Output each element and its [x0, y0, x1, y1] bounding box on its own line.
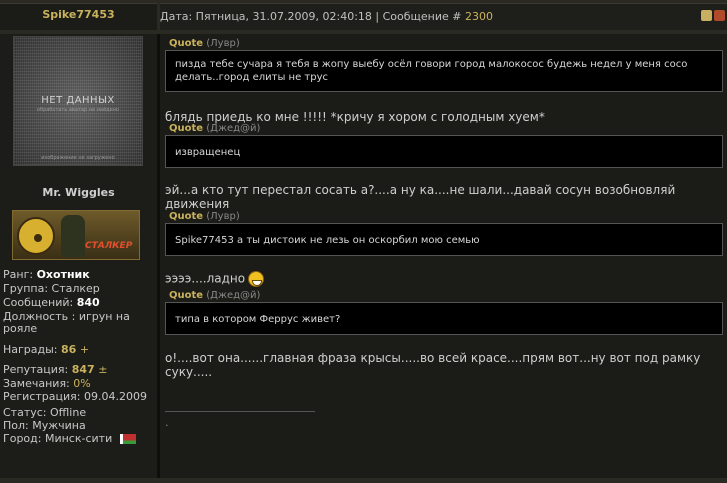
warnings-link[interactable]: 0%: [73, 377, 90, 390]
quote-label: Quote (Джед@й): [169, 290, 261, 301]
quote-box: извращенец: [165, 135, 723, 168]
post-text: ээээ....ладно: [165, 271, 723, 287]
post-text: эй...а кто тут перестал сосать а?....а н…: [165, 183, 676, 211]
flag-icon: [119, 434, 136, 444]
quote-label: Quote (Лувр): [169, 211, 240, 222]
post-body: [160, 34, 727, 483]
rank-image: СТАЛКЕР: [12, 210, 140, 260]
profile-status: Статус: Offline: [3, 406, 87, 419]
reputation-link[interactable]: 847: [72, 363, 95, 376]
quote-label: Quote (Джед@й): [169, 123, 261, 134]
quote-box: пизда тебе сучара я тебя в жопу выебу ос…: [165, 50, 723, 92]
rating-controls: [701, 10, 725, 21]
quote-label: Quote (Лувр): [169, 38, 240, 49]
post-number-link[interactable]: 2300: [465, 10, 493, 23]
post-date: Дата: Пятница, 31.07.2009, 02:40:18 | Со…: [160, 10, 462, 23]
profile-city: Город: Минск-сити: [3, 432, 136, 445]
quote-box: типа в котором Феррус живет?: [165, 302, 723, 335]
award-plus-button[interactable]: +: [80, 343, 89, 356]
avatar-subtitle: обработать аватар не найдено: [36, 107, 120, 113]
profile-position-cont: рояле: [3, 322, 38, 335]
thumb-down-icon[interactable]: [714, 10, 725, 21]
profile-rank: Ранг: Охотник: [3, 268, 90, 281]
post-text: блядь приедь ко мне !!!!! *кричу я хором…: [165, 110, 545, 124]
stalker-figure-icon: [61, 215, 85, 257]
avatar: НЕТ ДАННЫХ обработать аватар не найдено …: [13, 36, 143, 166]
user-custom-title: Mr. Wiggles: [42, 186, 115, 199]
profile-awards: Награды: 86 +: [3, 343, 90, 356]
profile-messages: Сообщений: 840: [3, 296, 100, 309]
signature: .: [165, 416, 169, 429]
avatar-title: НЕТ ДАННЫХ: [41, 95, 115, 106]
bottom-strip: [0, 478, 727, 483]
post-meta: Дата: Пятница, 31.07.2009, 02:40:18 | Со…: [160, 10, 493, 23]
profile-gender: Пол: Мужчина: [3, 419, 86, 432]
avatar-footer: изображение не загружено: [41, 155, 115, 161]
author-name[interactable]: Spike77453: [0, 8, 157, 21]
thumb-up-icon[interactable]: [701, 10, 712, 21]
radiation-icon: [17, 217, 55, 255]
smiley-icon: [248, 271, 265, 287]
rank-image-label: СТАЛКЕР: [85, 241, 133, 251]
signature-divider: [165, 411, 315, 412]
profile-warnings: Замечания: 0%: [3, 377, 91, 390]
profile-reputation: Репутация: 847 ±: [3, 363, 108, 376]
profile-group: Группа: Сталкер: [3, 282, 100, 295]
post-text: о!....вот она......главная фраза крысы..…: [165, 351, 701, 379]
awards-link[interactable]: 86: [61, 343, 76, 356]
quote-box: Spike77453 а ты дистоик не лезь он оскор…: [165, 223, 723, 256]
reputation-change-button[interactable]: ±: [98, 363, 107, 376]
profile-registered: Регистрация: 09.04.2009: [3, 390, 147, 403]
